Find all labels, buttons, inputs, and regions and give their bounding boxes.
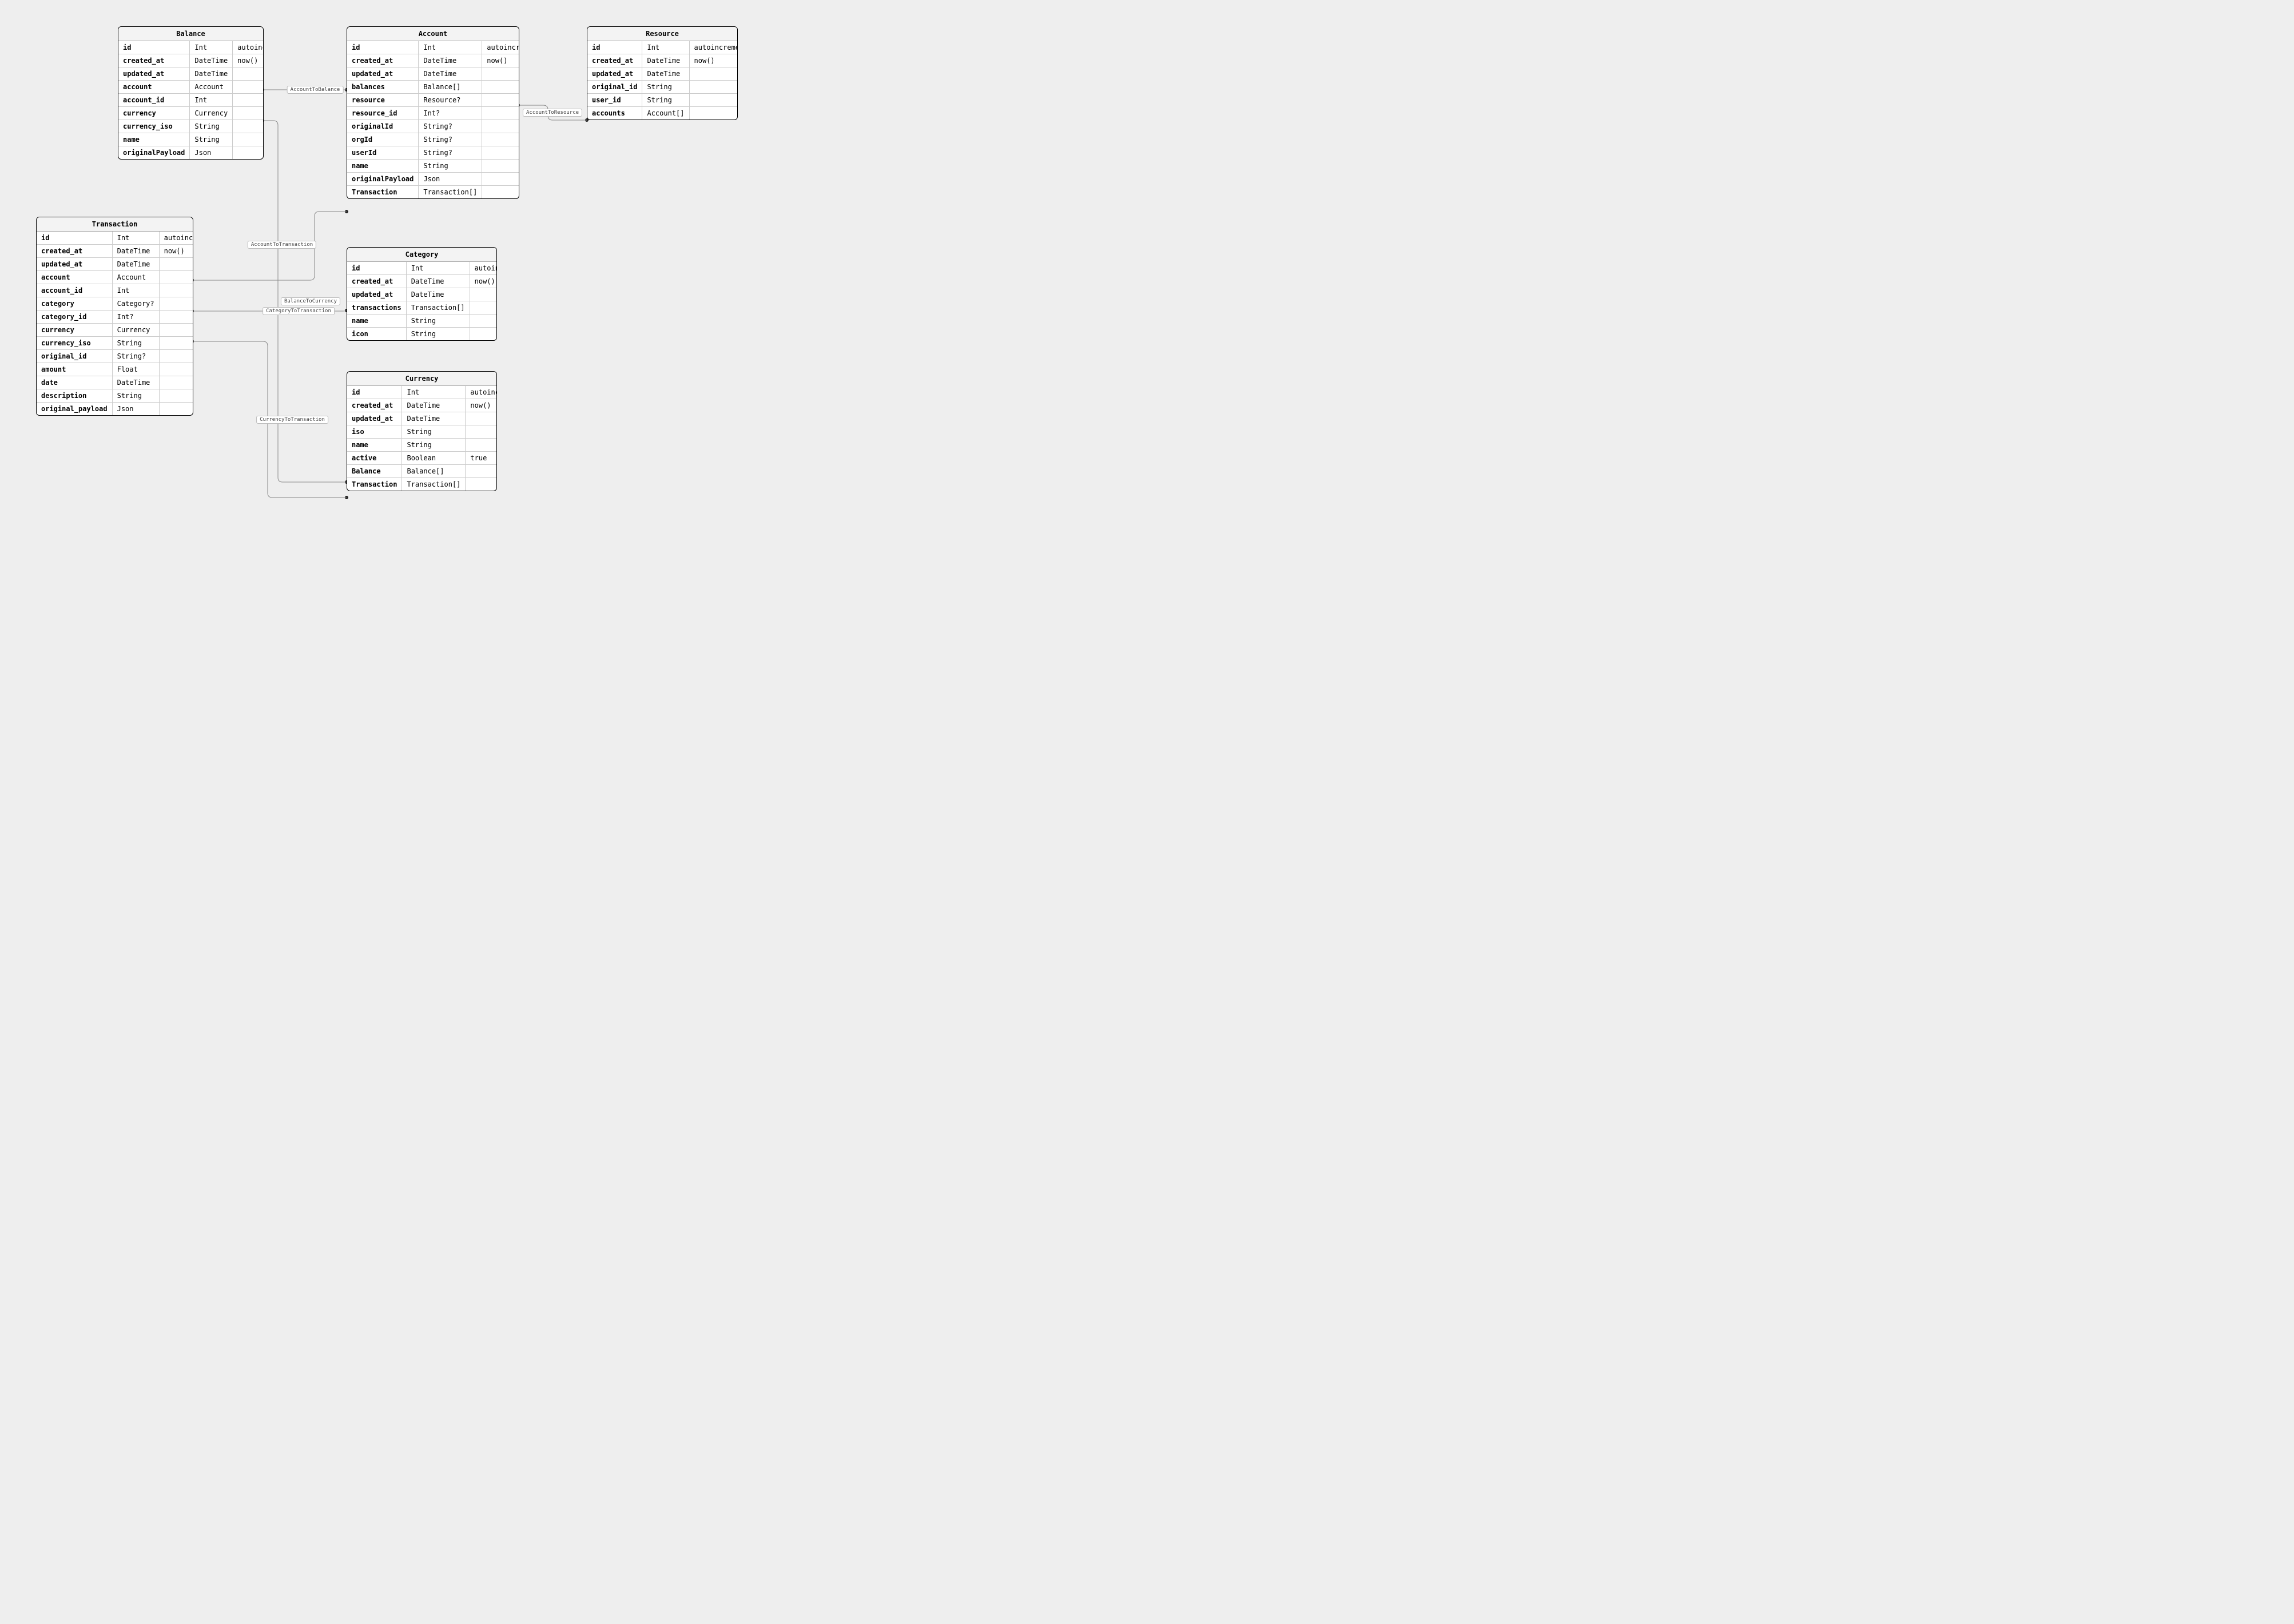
- entity-title: Currency: [347, 372, 496, 386]
- field-row: currency_isoString: [37, 337, 193, 350]
- field-row: userIdString?: [347, 146, 519, 160]
- field-row: originalIdString?: [347, 120, 519, 133]
- field-row: original_idString: [587, 81, 738, 94]
- field-row: originalPayloadJson: [118, 146, 264, 160]
- entity-fields: idIntautoincrement() created_atDateTimen…: [37, 232, 193, 415]
- field-row: created_atDateTimenow(): [347, 54, 519, 67]
- field-row: originalPayloadJson: [347, 173, 519, 186]
- field-row: TransactionTransaction[]: [347, 478, 497, 491]
- entity-fields: idIntautoincrement() created_atDateTimen…: [118, 41, 264, 159]
- field-row: activeBooleantrue: [347, 452, 497, 465]
- field-row: updated_atDateTime: [587, 67, 738, 81]
- field-row: orgIdString?: [347, 133, 519, 146]
- rel-account-to-balance: AccountToBalance: [287, 86, 344, 94]
- entity-transaction[interactable]: Transaction idIntautoincrement() created…: [36, 217, 193, 416]
- field-row: idIntautoincrement(): [37, 232, 193, 245]
- entity-fields: idIntautoincrement() created_atDateTimen…: [347, 386, 497, 491]
- field-row: categoryCategory?: [37, 297, 193, 311]
- field-row: nameString: [347, 160, 519, 173]
- entity-title: Resource: [587, 27, 737, 41]
- field-row: nameString: [347, 315, 497, 328]
- field-row: accountAccount: [118, 81, 264, 94]
- field-row: account_idInt: [118, 94, 264, 107]
- field-row: category_idInt?: [37, 311, 193, 324]
- field-row: nameString: [347, 439, 497, 452]
- field-row: updated_atDateTime: [37, 258, 193, 271]
- field-row: idIntautoincrement(): [118, 41, 264, 54]
- field-row: idIntautoincrement(): [347, 41, 519, 54]
- field-row: idIntautoincrement(): [347, 262, 497, 275]
- rel-balance-to-currency: BalanceToCurrency: [281, 297, 340, 305]
- field-row: created_atDateTimenow(): [347, 399, 497, 412]
- field-row: nameString: [118, 133, 264, 146]
- erd-canvas: AccountToBalance AccountToResource Accou…: [0, 0, 764, 541]
- entity-fields: idIntautoincrement() created_atDateTimen…: [587, 41, 738, 120]
- rel-account-to-transaction: AccountToTransaction: [248, 241, 316, 249]
- entity-fields: idIntautoincrement() created_atDateTimen…: [347, 262, 497, 340]
- entity-title: Account: [347, 27, 519, 41]
- field-row: currencyCurrency: [118, 107, 264, 120]
- field-row: currency_isoString: [118, 120, 264, 133]
- field-row: balancesBalance[]: [347, 81, 519, 94]
- field-row: resourceResource?: [347, 94, 519, 107]
- field-row: account_idInt: [37, 284, 193, 297]
- field-row: created_atDateTimenow(): [347, 275, 497, 288]
- field-row: updated_atDateTime: [347, 412, 497, 425]
- field-row: isoString: [347, 425, 497, 439]
- field-row: user_idString: [587, 94, 738, 107]
- field-row: original_idString?: [37, 350, 193, 363]
- entity-account[interactable]: Account idIntautoincrement() created_atD…: [347, 26, 519, 199]
- field-row: descriptionString: [37, 389, 193, 403]
- entity-title: Balance: [118, 27, 263, 41]
- entity-category[interactable]: Category idIntautoincrement() created_at…: [347, 247, 497, 341]
- field-row: updated_atDateTime: [347, 67, 519, 81]
- entity-title: Transaction: [37, 217, 193, 232]
- field-row: TransactionTransaction[]: [347, 186, 519, 199]
- field-row: updated_atDateTime: [118, 67, 264, 81]
- field-row: BalanceBalance[]: [347, 465, 497, 478]
- field-row: created_atDateTimenow(): [587, 54, 738, 67]
- entity-balance[interactable]: Balance idIntautoincrement() created_atD…: [118, 26, 264, 160]
- field-row: iconString: [347, 328, 497, 341]
- rel-currency-to-transaction: CurrencyToTransaction: [256, 416, 328, 424]
- entity-fields: idIntautoincrement() created_atDateTimen…: [347, 41, 519, 198]
- field-row: created_atDateTimenow(): [118, 54, 264, 67]
- field-row: idIntautoincrement(): [587, 41, 738, 54]
- rel-account-to-resource: AccountToResource: [523, 109, 582, 117]
- entity-currency[interactable]: Currency idIntautoincrement() created_at…: [347, 371, 497, 491]
- field-row: idIntautoincrement(): [347, 386, 497, 399]
- field-row: currencyCurrency: [37, 324, 193, 337]
- field-row: created_atDateTimenow(): [37, 245, 193, 258]
- entity-resource[interactable]: Resource idIntautoincrement() created_at…: [587, 26, 738, 120]
- entity-title: Category: [347, 248, 496, 262]
- field-row: updated_atDateTime: [347, 288, 497, 301]
- field-row: dateDateTime: [37, 376, 193, 389]
- field-row: accountsAccount[]: [587, 107, 738, 120]
- field-row: accountAccount: [37, 271, 193, 284]
- field-row: resource_idInt?: [347, 107, 519, 120]
- field-row: amountFloat: [37, 363, 193, 376]
- field-row: original_payloadJson: [37, 403, 193, 416]
- field-row: transactionsTransaction[]: [347, 301, 497, 315]
- rel-category-to-transaction: CategoryToTransaction: [263, 307, 335, 315]
